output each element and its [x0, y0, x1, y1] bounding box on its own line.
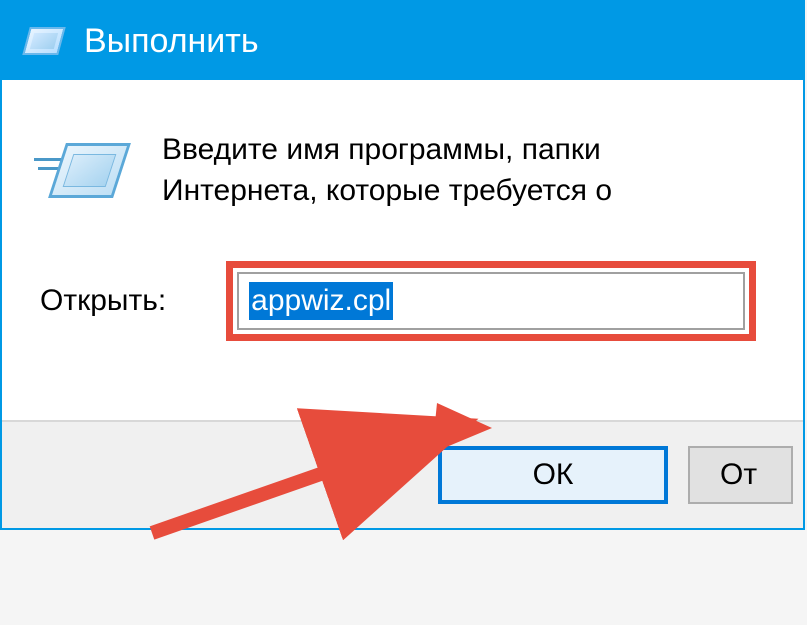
content-area: Введите имя программы, папки Интернета, … [2, 80, 803, 420]
button-area: ОК От [2, 420, 803, 528]
titlebar: Выполнить [2, 2, 803, 80]
run-icon [42, 138, 122, 208]
run-dialog: Выполнить Введите имя программы, папки И… [0, 0, 805, 530]
ok-button[interactable]: ОК [438, 446, 668, 504]
info-text: Введите имя программы, папки Интернета, … [162, 130, 803, 211]
info-text-line2: Интернета, которые требуется о [162, 174, 612, 207]
open-label: Открыть: [40, 284, 166, 318]
open-input-value: appwiz.cpl [249, 282, 393, 320]
dialog-title: Выполнить [84, 22, 259, 61]
info-text-line1: Введите имя программы, папки [162, 133, 601, 166]
input-highlight-annotation: appwiz.cpl [226, 261, 756, 341]
open-input[interactable]: appwiz.cpl [237, 272, 745, 330]
cancel-button[interactable]: От [688, 446, 793, 504]
info-row: Введите имя программы, папки Интернета, … [2, 130, 803, 211]
input-row: Открыть: appwiz.cpl [2, 261, 803, 341]
run-titlebar-icon [22, 27, 66, 55]
